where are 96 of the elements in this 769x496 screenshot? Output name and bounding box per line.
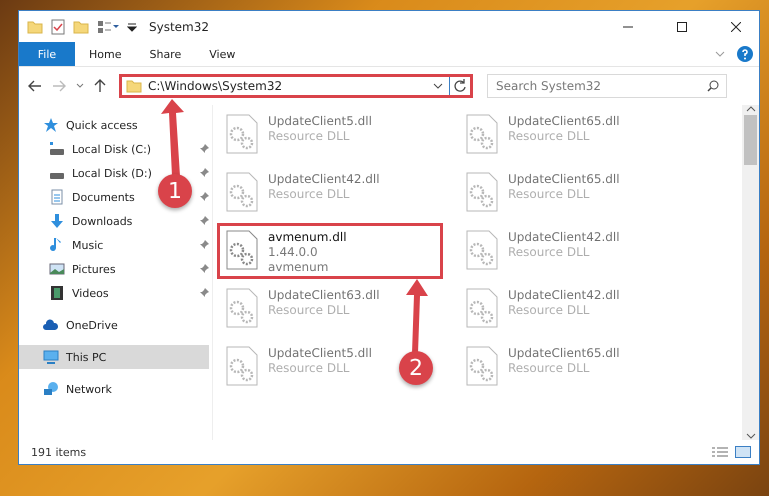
sidebar-item[interactable]: This PC: [19, 345, 209, 369]
gear-file-icon: [466, 114, 498, 154]
scroll-up-icon[interactable]: [746, 105, 756, 113]
file-detail: Resource DLL: [268, 303, 350, 317]
monitor-icon: [43, 349, 59, 365]
file-item[interactable]: UpdateClient42.dll Resource DLL: [457, 223, 629, 279]
folder-icon: [27, 20, 43, 34]
sidebar-item[interactable]: Local Disk (D:): [19, 161, 158, 185]
gear-file-icon: [226, 346, 258, 386]
file-detail: avmenum: [268, 260, 330, 274]
sidebar-item[interactable]: Quick access: [19, 113, 144, 137]
file-detail: Resource DLL: [268, 361, 350, 375]
file-name: UpdateClient63.dll: [268, 288, 380, 302]
gear-file-icon: [466, 230, 498, 270]
file-name: UpdateClient5.dll: [268, 114, 372, 128]
file-detail: Resource DLL: [508, 187, 590, 201]
file-name: UpdateClient42.dll: [508, 288, 620, 302]
gear-file-icon: [466, 288, 498, 328]
sidebar-item[interactable]: Pictures: [19, 257, 122, 281]
file-detail: Resource DLL: [508, 303, 590, 317]
checklist-icon[interactable]: [51, 18, 65, 34]
star-icon: [43, 117, 59, 133]
drive-icon: [49, 172, 65, 180]
gear-file-icon: [226, 230, 258, 270]
ribbon-tab[interactable]: File: [19, 42, 75, 66]
ribbon-tab[interactable]: View: [195, 42, 250, 66]
file-item[interactable]: UpdateClient5.dll Resource DLL: [217, 107, 381, 163]
gear-file-icon: [226, 288, 258, 328]
file-item[interactable]: avmenum.dll 1.44.0.0 avmenum: [217, 223, 443, 279]
pin-icon[interactable]: [199, 240, 209, 250]
folder-icon: [126, 79, 142, 93]
dropdown-icon[interactable]: [127, 22, 137, 32]
gear-file-icon: [466, 172, 498, 212]
file-item[interactable]: UpdateClient65.dll Resource DLL: [457, 339, 629, 395]
maximize-icon: [677, 22, 687, 32]
scrollbar[interactable]: [742, 105, 759, 440]
sidebar-item[interactable]: Network: [19, 377, 118, 401]
sidebar-item[interactable]: Documents: [19, 185, 141, 209]
help-icon[interactable]: [737, 46, 753, 62]
file-detail: Resource DLL: [268, 187, 350, 201]
pin-icon[interactable]: [199, 216, 209, 226]
file-item[interactable]: UpdateClient5.dll Resource DLL: [217, 339, 381, 395]
sidebar-item[interactable]: OneDrive: [19, 313, 124, 337]
file-item[interactable]: UpdateClient63.dll Resource DLL: [217, 281, 389, 337]
close-icon: [731, 22, 741, 32]
drive-icon: [49, 141, 65, 157]
chevron-down-icon[interactable]: [433, 83, 443, 89]
gear-file-icon: [466, 346, 498, 386]
picture-icon: [49, 261, 65, 277]
file-name: UpdateClient65.dll: [508, 114, 620, 128]
file-name: UpdateClient65.dll: [508, 346, 620, 360]
address-bar[interactable]: C:\Windows\System32: [119, 74, 473, 98]
document-icon: [49, 189, 65, 205]
film-icon: [49, 285, 65, 301]
pin-icon[interactable]: [199, 288, 209, 298]
folder-icon: [73, 20, 89, 34]
step-number-badge: 1: [158, 174, 192, 208]
pin-icon[interactable]: [199, 168, 209, 178]
sidebar-item[interactable]: Music: [19, 233, 110, 257]
scroll-down-icon[interactable]: [746, 432, 756, 440]
file-detail: 1.44.0.0: [268, 245, 319, 259]
file-detail: Resource DLL: [508, 129, 590, 143]
sidebar-item[interactable]: Videos: [19, 281, 115, 305]
file-item[interactable]: UpdateClient65.dll Resource DLL: [457, 165, 629, 221]
network-icon: [43, 381, 59, 397]
thumbnail-view-icon[interactable]: [735, 446, 751, 458]
item-count: 191 items: [31, 446, 88, 458]
file-name: UpdateClient42.dll: [268, 172, 380, 186]
file-detail: Resource DLL: [508, 245, 590, 259]
pin-icon[interactable]: [199, 264, 209, 274]
details-view-icon[interactable]: [711, 446, 729, 458]
file-name: UpdateClient65.dll: [508, 172, 620, 186]
file-detail: Resource DLL: [268, 129, 350, 143]
scrollbar-thumb[interactable]: [744, 115, 757, 165]
pin-icon[interactable]: [199, 192, 209, 202]
file-name: UpdateClient5.dll: [268, 346, 372, 360]
cloud-icon: [43, 317, 59, 333]
file-name: avmenum.dll: [268, 230, 347, 244]
search-icon: [707, 80, 719, 92]
properties-icon[interactable]: [97, 20, 119, 34]
gear-file-icon: [226, 172, 258, 212]
file-item[interactable]: UpdateClient42.dll Resource DLL: [457, 281, 629, 337]
file-item[interactable]: UpdateClient42.dll Resource DLL: [217, 165, 389, 221]
ribbon-tab[interactable]: Home: [75, 42, 136, 66]
download-icon: [49, 213, 65, 229]
gear-file-icon: [226, 114, 258, 154]
ribbon-tab[interactable]: Share: [135, 42, 196, 66]
sidebar-item[interactable]: Local Disk (C:): [19, 137, 158, 161]
pin-icon[interactable]: [199, 144, 209, 154]
file-detail: Resource DLL: [508, 361, 590, 375]
file-name: UpdateClient42.dll: [508, 230, 620, 244]
search-field[interactable]: Search System32: [487, 74, 727, 98]
window-title: System32: [149, 20, 210, 34]
step-number-badge: 2: [399, 351, 433, 385]
file-item[interactable]: UpdateClient65.dll Resource DLL: [457, 107, 629, 163]
sidebar-item[interactable]: Downloads: [19, 209, 138, 233]
